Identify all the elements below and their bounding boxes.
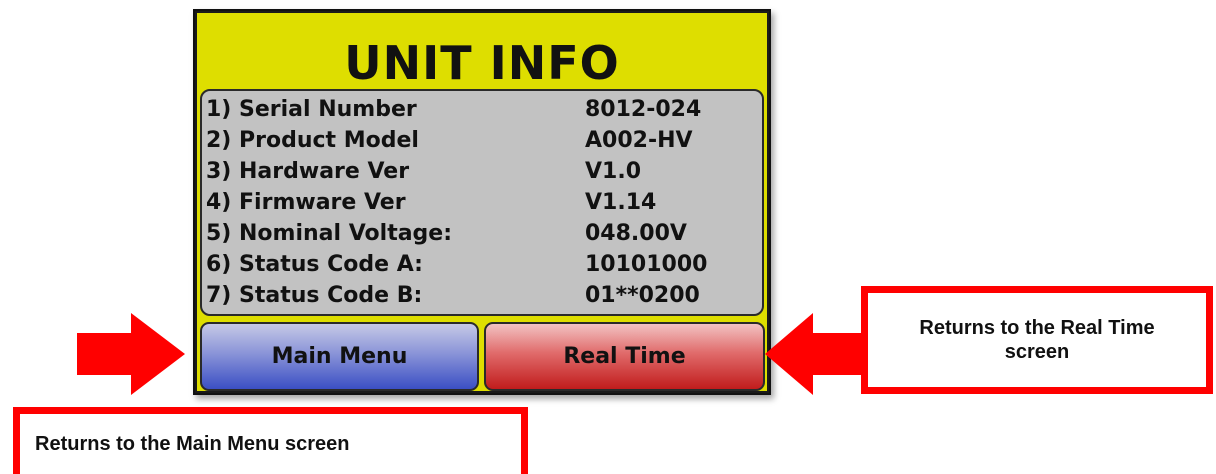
info-row-serial-number: 1) Serial Number 8012-024: [206, 95, 752, 125]
info-row-label: 6) Status Code A:: [206, 252, 423, 277]
right-pointing-arrow-icon: [77, 313, 185, 395]
info-row-label: 3) Hardware Ver: [206, 159, 410, 184]
info-row-label: 4) Firmware Ver: [206, 190, 406, 215]
screen-background: UNIT INFO 1) Serial Number 8012-024 2) P…: [197, 13, 767, 391]
info-row-label: 2) Product Model: [206, 128, 419, 153]
main-menu-callout-text: Returns to the Main Menu screen: [35, 432, 350, 455]
real-time-callout-text: Returns to the Real Time screen: [919, 317, 1155, 363]
info-row-value: 10101000: [585, 252, 708, 277]
info-row-firmware-ver: 4) Firmware Ver V1.14: [206, 188, 752, 218]
info-row-value: 01**0200: [585, 283, 700, 308]
screen-title: UNIT INFO: [344, 36, 620, 90]
info-row-nominal-voltage: 5) Nominal Voltage: 048.00V: [206, 219, 752, 249]
real-time-button[interactable]: Real Time: [484, 322, 765, 391]
left-pointing-arrow-icon: [765, 313, 861, 395]
info-row-value: V1.14: [585, 190, 657, 215]
info-row-label: 5) Nominal Voltage:: [206, 221, 453, 246]
info-row-value: V1.0: [585, 159, 641, 184]
info-row-value: 8012-024: [585, 97, 702, 122]
info-row-status-code-b: 7) Status Code B: 01**0200: [206, 281, 752, 311]
unit-info-panel: 1) Serial Number 8012-024 2) Product Mod…: [200, 89, 764, 316]
info-row-hardware-ver: 3) Hardware Ver V1.0: [206, 157, 752, 187]
info-row-status-code-a: 6) Status Code A: 10101000: [206, 250, 752, 280]
info-row-label: 1) Serial Number: [206, 97, 417, 122]
unit-info-screen: UNIT INFO 1) Serial Number 8012-024 2) P…: [193, 9, 771, 395]
main-menu-callout: Returns to the Main Menu screen: [13, 407, 528, 474]
real-time-callout: Returns to the Real Time screen: [861, 286, 1213, 394]
info-row-label: 7) Status Code B:: [206, 283, 423, 308]
info-row-product-model: 2) Product Model A002-HV: [206, 126, 752, 156]
main-menu-button[interactable]: Main Menu: [200, 322, 479, 391]
info-row-value: A002-HV: [585, 128, 693, 153]
info-row-value: 048.00V: [585, 221, 687, 246]
